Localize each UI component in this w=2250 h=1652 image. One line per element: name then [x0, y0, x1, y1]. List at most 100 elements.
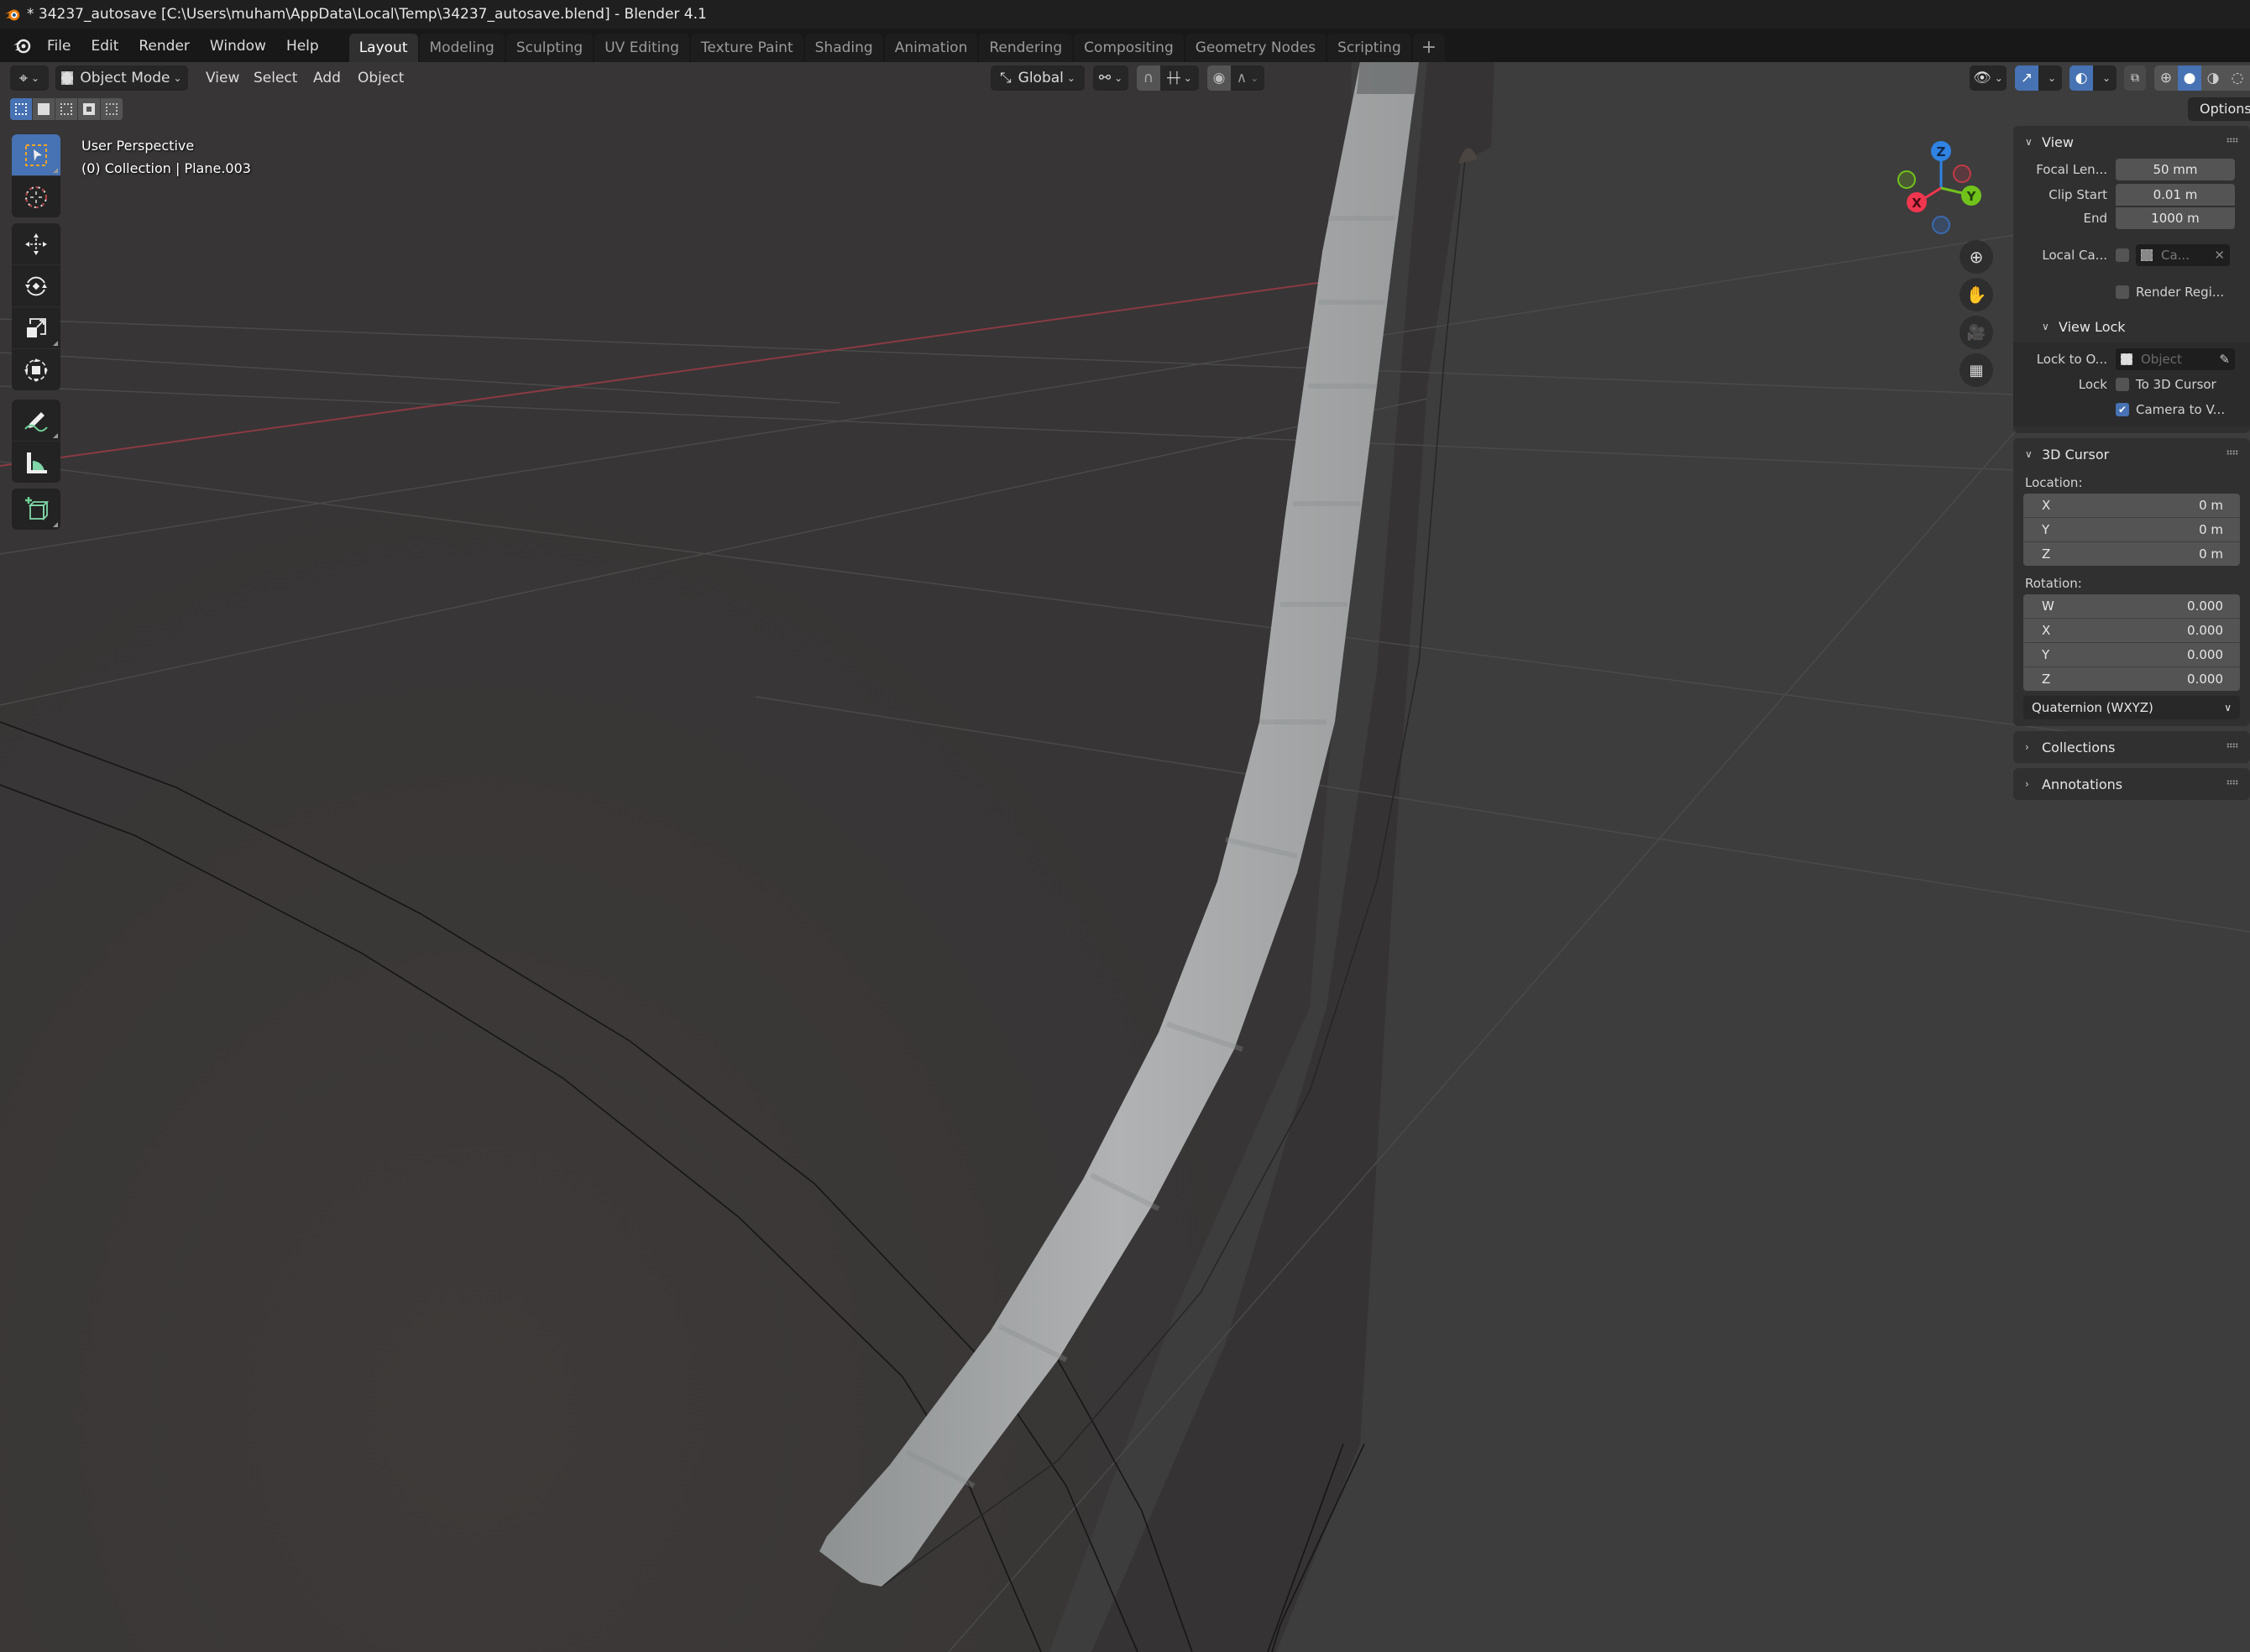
local-camera-field[interactable]: Ca... ✕: [2136, 244, 2230, 266]
scale-icon: [27, 317, 46, 337]
cursor-rotation-x[interactable]: X 0.000: [2023, 619, 2240, 643]
rotation-mode-dropdown[interactable]: Quaternion (WXYZ) ∨: [2023, 696, 2240, 719]
lock-to-object-field[interactable]: Object ✎: [2116, 348, 2235, 370]
cursor-location-y[interactable]: Y0 m: [2023, 518, 2240, 542]
gizmo-toggle[interactable]: ↗: [2015, 65, 2038, 91]
shading-rendered[interactable]: ◌: [2225, 65, 2250, 91]
select-mode-new[interactable]: [10, 98, 33, 120]
blender-logo-icon: [4, 9, 20, 21]
falloff-dropdown[interactable]: ∧ ⌄: [1231, 65, 1264, 91]
menu-help[interactable]: Help: [276, 32, 329, 62]
overlay-dropdown[interactable]: ⌄: [2093, 65, 2117, 91]
blender-menu-icon[interactable]: [12, 35, 32, 55]
tab-layout[interactable]: Layout: [348, 34, 418, 62]
mode-selector[interactable]: Object Mode ⌄: [55, 65, 188, 91]
shading-wireframe[interactable]: ⊕: [2154, 65, 2178, 91]
cursor-rotation-z[interactable]: Z 0.000: [2023, 667, 2240, 691]
pivot-point-dropdown[interactable]: ⚯ ⌄: [1093, 65, 1128, 91]
focal-length-field[interactable]: 50 mm: [2116, 159, 2235, 180]
render-region-checkbox[interactable]: [2116, 285, 2129, 299]
object-icon: [2121, 353, 2132, 365]
rotate-icon: [25, 276, 47, 295]
select-mode-intersect[interactable]: [101, 98, 123, 120]
editor-type-button[interactable]: ⌖ ⌄: [10, 65, 49, 91]
tab-texture-paint[interactable]: Texture Paint: [690, 34, 803, 62]
cursor-location-z[interactable]: Z0 m: [2023, 542, 2240, 566]
menu-select[interactable]: Select: [245, 70, 306, 86]
add-workspace-button[interactable]: +: [1412, 34, 1446, 62]
snap-target-dropdown[interactable]: ┼┼ ⌄: [1160, 65, 1199, 91]
eyedropper-icon[interactable]: ✎: [2219, 352, 2230, 367]
selectability-visibility-dropdown[interactable]: 👁 ⌄: [1970, 65, 2007, 91]
tab-scripting[interactable]: Scripting: [1327, 34, 1411, 62]
perspective-toggle-button[interactable]: ▦: [1960, 353, 1993, 387]
tab-animation[interactable]: Animation: [884, 34, 978, 62]
gizmo-dropdown[interactable]: ⌄: [2038, 65, 2062, 91]
proportional-edit-toggle[interactable]: ◉: [1207, 65, 1231, 91]
select-mode-extend[interactable]: [33, 98, 55, 120]
tab-shading[interactable]: Shading: [804, 34, 883, 62]
collections-header[interactable]: › Collections: [2013, 731, 2250, 763]
annotations-header[interactable]: › Annotations: [2013, 768, 2250, 800]
menu-object[interactable]: Object: [349, 70, 412, 86]
drag-grip-icon[interactable]: [2226, 138, 2238, 143]
drag-grip-icon[interactable]: [2226, 450, 2238, 455]
tool-move[interactable]: [12, 223, 60, 265]
select-mode-subtract[interactable]: [55, 98, 78, 120]
menu-edit[interactable]: Edit: [81, 32, 128, 62]
menu-add[interactable]: Add: [305, 70, 349, 86]
transform-orientation-dropdown[interactable]: ⤡ Global ⌄: [991, 65, 1085, 91]
menu-view[interactable]: View: [197, 70, 248, 86]
tab-modeling[interactable]: Modeling: [419, 34, 505, 62]
tab-sculpting[interactable]: Sculpting: [505, 34, 594, 62]
tool-rotate[interactable]: [12, 265, 60, 307]
camera-view-button[interactable]: 🎥: [1960, 316, 1993, 349]
options-button[interactable]: Options: [2188, 97, 2250, 121]
3d-viewport[interactable]: [0, 62, 2250, 1652]
menu-file[interactable]: File: [37, 32, 81, 62]
tab-geometry-nodes[interactable]: Geometry Nodes: [1185, 34, 1326, 62]
3d-cursor-header[interactable]: ∨ 3D Cursor: [2013, 438, 2250, 470]
pan-view-button[interactable]: ✋: [1960, 278, 1993, 311]
local-camera-checkbox[interactable]: [2116, 248, 2129, 262]
clear-x-icon[interactable]: ✕: [2214, 248, 2225, 263]
tool-select-box[interactable]: [12, 134, 60, 176]
clip-end-field[interactable]: 1000 m: [2116, 207, 2235, 229]
drag-grip-icon[interactable]: [2226, 743, 2238, 748]
menu-window[interactable]: Window: [200, 32, 276, 62]
shading-material-preview[interactable]: ◑: [2201, 65, 2225, 91]
tab-compositing[interactable]: Compositing: [1074, 34, 1184, 62]
tab-uv-editing[interactable]: UV Editing: [594, 34, 689, 62]
tool-cursor[interactable]: [12, 176, 60, 217]
to-3d-cursor-checkbox[interactable]: [2116, 378, 2129, 391]
chevron-down-icon: ⌄: [31, 72, 40, 84]
tool-annotate[interactable]: [12, 400, 60, 442]
zoom-view-button[interactable]: ⊕: [1960, 240, 1993, 274]
clip-start-field[interactable]: 0.01 m: [2116, 183, 2235, 206]
overlay-toggle[interactable]: ◐: [2069, 65, 2093, 91]
cursor-location-x[interactable]: X0 m: [2023, 494, 2240, 518]
select-mode-difference[interactable]: [78, 98, 101, 120]
camera-to-view-checkbox[interactable]: ✔: [2116, 403, 2129, 416]
tool-add-cube[interactable]: [12, 489, 60, 530]
drag-grip-icon[interactable]: [2226, 780, 2238, 785]
chevron-down-icon: ⌄: [2047, 72, 2057, 84]
gizmo-neg-y: [1897, 170, 1916, 189]
snap-toggle[interactable]: ∩: [1137, 65, 1160, 91]
shading-solid[interactable]: ●: [2178, 65, 2201, 91]
tool-transform[interactable]: [12, 349, 60, 390]
menu-render[interactable]: Render: [128, 32, 200, 62]
view-panel-header[interactable]: ∨ View: [2013, 126, 2250, 158]
cursor-rotation-w[interactable]: W 0.000: [2023, 594, 2240, 619]
navigation-gizmo[interactable]: Z X Y: [1889, 134, 1998, 243]
xray-toggle[interactable]: ⧉: [2124, 65, 2146, 91]
checkmark-icon: ✔: [2117, 404, 2127, 416]
chevron-down-icon: ⌄: [1066, 72, 1075, 84]
tab-rendering[interactable]: Rendering: [979, 34, 1073, 62]
view-lock-header[interactable]: ∨ View Lock: [2013, 311, 2250, 342]
tool-scale[interactable]: [12, 307, 60, 349]
focal-length-label: Focal Len...: [2036, 162, 2107, 177]
to-3d-cursor-label: To 3D Cursor: [2136, 377, 2216, 392]
cursor-rotation-y[interactable]: Y 0.000: [2023, 643, 2240, 667]
tool-measure[interactable]: [12, 442, 60, 483]
